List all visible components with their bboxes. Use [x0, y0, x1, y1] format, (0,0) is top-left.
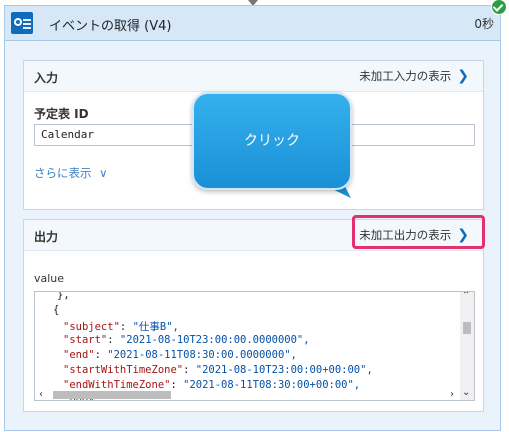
- scroll-up-icon[interactable]: ⌃: [462, 292, 470, 301]
- show-raw-inputs-label: 未加工入力の表示: [359, 69, 452, 83]
- input-section-header: 入力 未加工入力の表示 ❯: [24, 61, 483, 92]
- input-section-title: 入力: [34, 71, 59, 85]
- calendar-id-label: 予定表 ID: [34, 107, 89, 121]
- show-more-label: さらに表示: [34, 166, 92, 180]
- value-label: value: [34, 272, 65, 285]
- vertical-scroll-thumb[interactable]: [463, 322, 471, 334]
- code-line: "endWithTimeZone": "2021-08-11T08:30:00+…: [63, 379, 361, 391]
- code-line: {: [53, 304, 60, 316]
- click-callout: クリック: [192, 92, 352, 190]
- success-check-icon: [491, 0, 507, 15]
- output-section-title: 出力: [34, 230, 59, 244]
- show-raw-inputs-link[interactable]: 未加工入力の表示 ❯: [359, 68, 469, 84]
- code-line: "end": "2021-08-11T08:30:00.0000000",: [63, 349, 297, 361]
- scroll-left-icon[interactable]: ‹: [39, 389, 43, 400]
- duration-label: 0秒: [474, 17, 494, 31]
- vertical-scrollbar[interactable]: ⌃ ⌄: [460, 292, 474, 400]
- outlook-icon: [11, 12, 33, 34]
- code-line: "subject": "仕事B",: [63, 321, 179, 333]
- horizontal-scroll-thumb[interactable]: [53, 391, 171, 399]
- chevron-right-icon: ❯: [457, 68, 469, 84]
- action-title: イベントの取得 (V4): [49, 19, 172, 34]
- show-more-link[interactable]: さらに表示 ∨: [34, 165, 108, 181]
- chevron-down-icon: ∨: [99, 166, 108, 180]
- highlight-frame: [352, 215, 485, 249]
- scroll-down-icon[interactable]: ⌄: [462, 387, 470, 398]
- scroll-right-icon[interactable]: ›: [450, 389, 454, 400]
- output-json-viewer[interactable]: }, { "subject": "仕事B", "start": "2021-08…: [34, 291, 475, 401]
- callout-text: クリック: [244, 133, 300, 149]
- code-line: "start": "2021-08-10T23:00:00.0000000",: [63, 334, 310, 346]
- action-card-header[interactable]: イベントの取得 (V4) 0秒: [5, 6, 500, 41]
- code-line: },: [57, 291, 70, 301]
- code-line: "startWithTimeZone": "2021-08-10T23:00:0…: [63, 364, 373, 376]
